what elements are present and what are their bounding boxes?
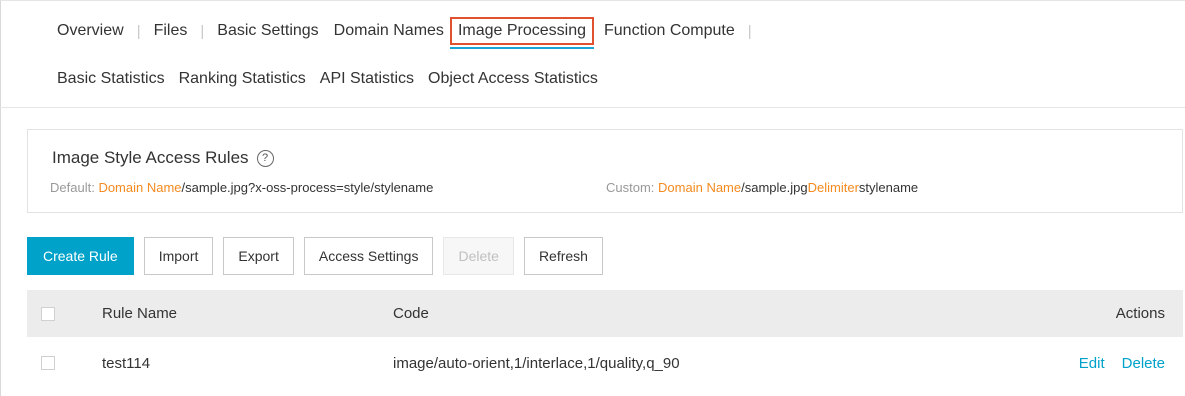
custom-rule-line: Custom: Domain Name/sample.jpgDelimiters…	[606, 180, 918, 195]
rules-table: Rule Name Code Actions test114 image/aut…	[27, 290, 1183, 389]
row-actions: Edit Delete	[1079, 355, 1165, 372]
cell-code: image/auto-orient,1/interlace,1/quality,…	[393, 354, 680, 372]
default-path: /sample.jpg?x-oss-process=style/stylenam…	[181, 180, 434, 195]
tab-function-compute[interactable]: Function Compute	[604, 22, 735, 40]
cell-rule-name: test114	[102, 354, 151, 372]
access-settings-button[interactable]: Access Settings	[303, 237, 434, 275]
section-divider	[0, 107, 1185, 108]
create-rule-button[interactable]: Create Rule	[27, 237, 134, 275]
export-button[interactable]: Export	[223, 237, 294, 275]
header-rule-name: Rule Name	[102, 305, 178, 322]
help-icon[interactable]: ?	[256, 149, 274, 167]
tab-image-processing[interactable]: Image Processing	[449, 17, 595, 49]
custom-suffix: stylename	[858, 180, 919, 195]
delete-link[interactable]: Delete	[1122, 355, 1165, 372]
tab-separator: |	[747, 22, 752, 40]
custom-delimiter: Delimiter	[807, 180, 859, 195]
access-rules-info-panel: Image Style Access Rules ? Default: Doma…	[27, 129, 1183, 213]
tab-separator: |	[200, 22, 205, 40]
info-title: Image Style Access Rules	[52, 148, 249, 167]
import-button[interactable]: Import	[143, 237, 214, 275]
header-code: Code	[393, 305, 429, 322]
custom-label: Custom:	[606, 180, 655, 195]
tab-ranking-statistics[interactable]: Ranking Statistics	[179, 70, 306, 88]
custom-domain-name: Domain Name	[658, 180, 742, 195]
tab-overview[interactable]: Overview	[57, 22, 124, 40]
default-domain-name: Domain Name	[98, 180, 182, 195]
tab-domain-names[interactable]: Domain Names	[334, 22, 444, 40]
default-label: Default:	[50, 180, 95, 195]
header-actions: Actions	[1115, 305, 1165, 322]
tab-basic-statistics[interactable]: Basic Statistics	[57, 70, 165, 88]
refresh-button[interactable]: Refresh	[523, 237, 603, 275]
tab-object-access-statistics[interactable]: Object Access Statistics	[428, 70, 598, 88]
rules-toolbar: Create Rule Import Export Access Setting…	[27, 237, 613, 275]
select-all-checkbox[interactable]	[41, 306, 55, 321]
info-title-row: Image Style Access Rules ?	[52, 148, 274, 168]
tab-api-statistics[interactable]: API Statistics	[320, 70, 414, 88]
custom-path: /sample.jpg	[741, 180, 808, 195]
delete-button[interactable]: Delete	[443, 237, 514, 275]
table-header: Rule Name Code Actions	[27, 290, 1183, 337]
edit-link[interactable]: Edit	[1079, 355, 1105, 372]
row-checkbox[interactable]	[41, 356, 55, 370]
tab-basic-settings[interactable]: Basic Settings	[217, 22, 318, 40]
secondary-tabs: Basic Statistics Ranking Statistics API …	[57, 66, 612, 92]
table-row: test114 image/auto-orient,1/interlace,1/…	[27, 337, 1183, 389]
primary-tabs: Overview | Files | Basic Settings Domain…	[57, 16, 765, 49]
default-rule-line: Default: Domain Name/sample.jpg?x-oss-pr…	[50, 180, 433, 195]
tab-files[interactable]: Files	[154, 22, 188, 40]
tab-separator: |	[136, 22, 141, 40]
